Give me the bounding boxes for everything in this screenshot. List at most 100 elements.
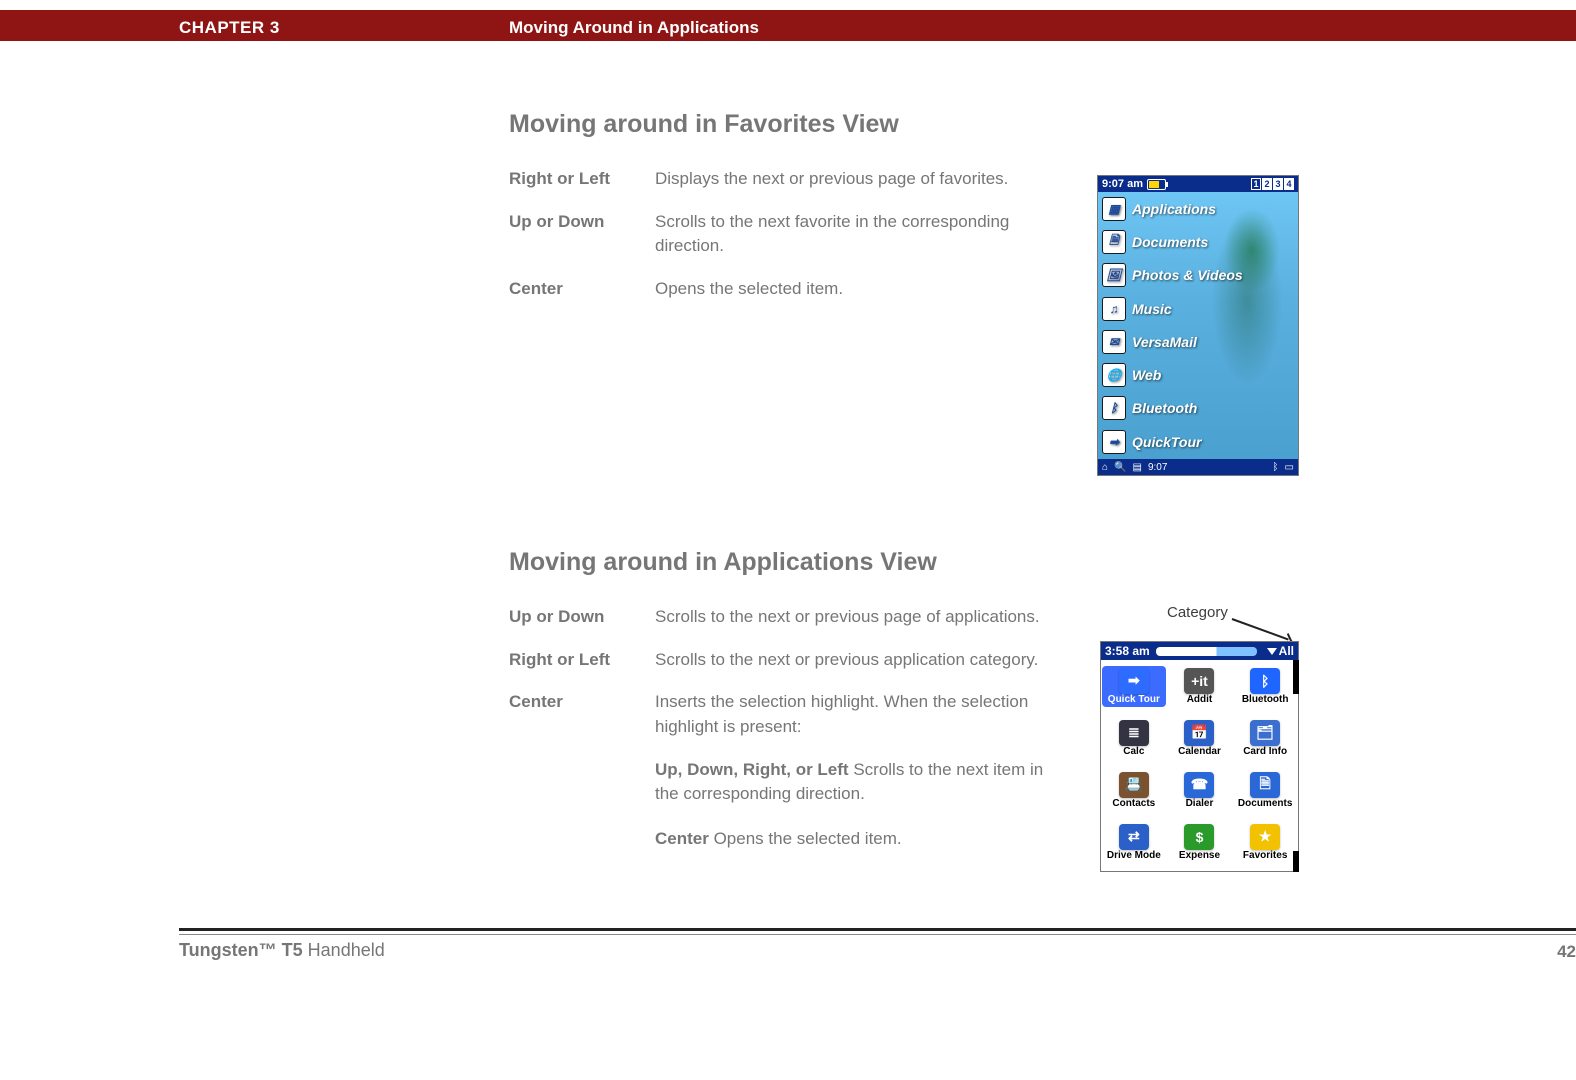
app-bluetooth[interactable]: ᛒBluetooth <box>1242 668 1289 705</box>
row-center: Center Opens the selected item. <box>509 277 1049 302</box>
app-label: Contacts <box>1112 798 1155 809</box>
row-up-down: Up or Down Scrolls to the next or previo… <box>509 605 1069 630</box>
app-label: Addit <box>1187 694 1213 705</box>
music-icon: ♫ <box>1102 297 1126 321</box>
page-tabs: 1 2 3 4 <box>1251 178 1294 190</box>
term: Right or Left <box>509 167 655 192</box>
dropdown-icon[interactable] <box>1267 648 1277 655</box>
term: Center <box>509 277 655 302</box>
definition: Opens the selected item. <box>655 277 1049 302</box>
app-label: Documents <box>1238 798 1292 809</box>
battery-bar-icon <box>1156 647 1257 656</box>
section-favorites: Moving around in Favorites View Right or… <box>509 110 1049 320</box>
app-calendar[interactable]: 📅Calendar <box>1178 720 1221 757</box>
term: Up or Down <box>509 605 655 630</box>
app-label: Calc <box>1123 746 1144 757</box>
row-right-left: Right or Left Scrolls to the next or pre… <box>509 648 1069 673</box>
app-label: Calendar <box>1178 746 1221 757</box>
web-icon: 🌐 <box>1102 363 1126 387</box>
device-status-bar: 9:07 am 1 2 3 4 <box>1098 176 1298 192</box>
device-time: 9:07 am <box>1102 178 1143 190</box>
favorite-label: Applications <box>1132 201 1216 217</box>
definition: Scrolls to the next or previous page of … <box>655 605 1069 630</box>
app-label: Dialer <box>1186 798 1214 809</box>
app-icon: ⇄ <box>1119 824 1149 850</box>
sub-label: Center <box>655 829 709 848</box>
app-expense[interactable]: $Expense <box>1179 824 1220 861</box>
favorite-item-photos[interactable]: 🖼 Photos & Videos <box>1098 259 1298 292</box>
device-task-bar: ⌂ 🔍 ▤ 9:07 ᛒ ▭ <box>1098 459 1298 475</box>
app-contacts[interactable]: 📇Contacts <box>1112 772 1155 809</box>
footer-rule-bold <box>179 928 1576 931</box>
app-favorites[interactable]: ★Favorites <box>1243 824 1287 861</box>
app-label: Expense <box>1179 850 1220 861</box>
device-favorites: 9:07 am 1 2 3 4 ▦Applications 🗎Documents… <box>1097 175 1299 476</box>
app-drive-mode[interactable]: ⇄Drive Mode <box>1107 824 1161 861</box>
app-label: Drive Mode <box>1107 850 1161 861</box>
menu-icon[interactable]: ▤ <box>1133 462 1142 473</box>
row-up-down: Up or Down Scrolls to the next favorite … <box>509 210 1049 259</box>
photo-icon: 🖼 <box>1102 263 1126 287</box>
device-time: 3:58 am <box>1105 644 1150 658</box>
favorite-item-web[interactable]: 🌐 Web <box>1098 358 1298 391</box>
header-title: Moving Around in Applications <box>509 12 759 43</box>
app-icon: 📅 <box>1184 720 1214 746</box>
favorite-item-versamail[interactable]: ✉ VersaMail <box>1098 325 1298 358</box>
quicktour-icon: ➡ <box>1102 430 1126 454</box>
sub-label: Up, Down, Right, or Left <box>655 760 849 779</box>
definition: Scrolls to the next or previous applicat… <box>655 648 1069 673</box>
favorite-label: VersaMail <box>1132 334 1197 350</box>
battery-icon <box>1147 179 1166 190</box>
page-tab[interactable]: 3 <box>1273 178 1283 190</box>
row-right-left: Right or Left Displays the next or previ… <box>509 167 1049 192</box>
favorite-item-documents[interactable]: 🗎Documents <box>1098 225 1298 258</box>
app-quick-tour[interactable]: ➡Quick Tour <box>1102 666 1166 707</box>
favorite-label: Music <box>1132 301 1172 317</box>
favorite-item-applications[interactable]: ▦Applications <box>1098 192 1298 225</box>
page-number: 42 <box>1557 942 1576 962</box>
signal-icon: ▭ <box>1285 462 1294 473</box>
page-tab[interactable]: 4 <box>1284 178 1294 190</box>
favorite-item-quicktour[interactable]: ➡ QuickTour <box>1098 425 1298 458</box>
search-icon[interactable]: 🔍 <box>1114 462 1126 473</box>
subrow-center: Center Opens the selected item. <box>655 827 1069 852</box>
app-icon: ☎ <box>1184 772 1214 798</box>
favorite-label: QuickTour <box>1132 434 1202 450</box>
section-heading: Moving around in Applications View <box>509 548 1069 577</box>
category-selector[interactable]: All <box>1279 644 1294 658</box>
app-label: Quick Tour <box>1108 694 1160 705</box>
favorite-item-bluetooth[interactable]: ᛒ Bluetooth <box>1098 392 1298 425</box>
favorite-label: Bluetooth <box>1132 400 1197 416</box>
app-icon: ≣ <box>1119 720 1149 746</box>
app-icon: $ <box>1184 824 1214 850</box>
device-body: ▦Applications 🗎Documents 🖼 Photos & Video… <box>1098 192 1298 459</box>
home-icon[interactable]: ⌂ <box>1102 462 1108 473</box>
term: Right or Left <box>509 648 655 673</box>
app-addit[interactable]: +itAddit <box>1184 668 1214 705</box>
mail-icon: ✉ <box>1102 330 1126 354</box>
app-icon: +it <box>1184 668 1214 694</box>
favorite-item-music[interactable]: ♫ Music <box>1098 292 1298 325</box>
document-icon: 🗎 <box>1102 230 1126 254</box>
app-label: Favorites <box>1243 850 1287 861</box>
app-card-info[interactable]: 🗂Card Info <box>1243 720 1287 757</box>
app-documents[interactable]: 🗎Documents <box>1238 772 1292 809</box>
app-icon: ➡ <box>1119 668 1149 694</box>
favorite-label: Web <box>1132 367 1161 383</box>
section-applications: Moving around in Applications View Up or… <box>509 548 1069 851</box>
page-tab[interactable]: 1 <box>1251 178 1261 190</box>
bluetooth-icon: ᛒ <box>1102 396 1126 420</box>
app-label: Bluetooth <box>1242 694 1289 705</box>
app-icon: 🗎 <box>1250 772 1280 798</box>
app-icon: ᛒ <box>1250 668 1280 694</box>
app-calc[interactable]: ≣Calc <box>1119 720 1149 757</box>
definition: Scrolls to the next favorite in the corr… <box>655 210 1049 259</box>
term: Center <box>509 690 655 715</box>
app-label: Card Info <box>1243 746 1287 757</box>
app-dialer[interactable]: ☎Dialer <box>1184 772 1214 809</box>
product-name: Tungsten™ T5 Handheld <box>179 940 385 961</box>
scrollbar[interactable] <box>1293 660 1299 872</box>
page-tab[interactable]: 2 <box>1262 178 1272 190</box>
app-icon: 🗂 <box>1250 720 1280 746</box>
favorite-label: Photos & Videos <box>1132 267 1243 283</box>
